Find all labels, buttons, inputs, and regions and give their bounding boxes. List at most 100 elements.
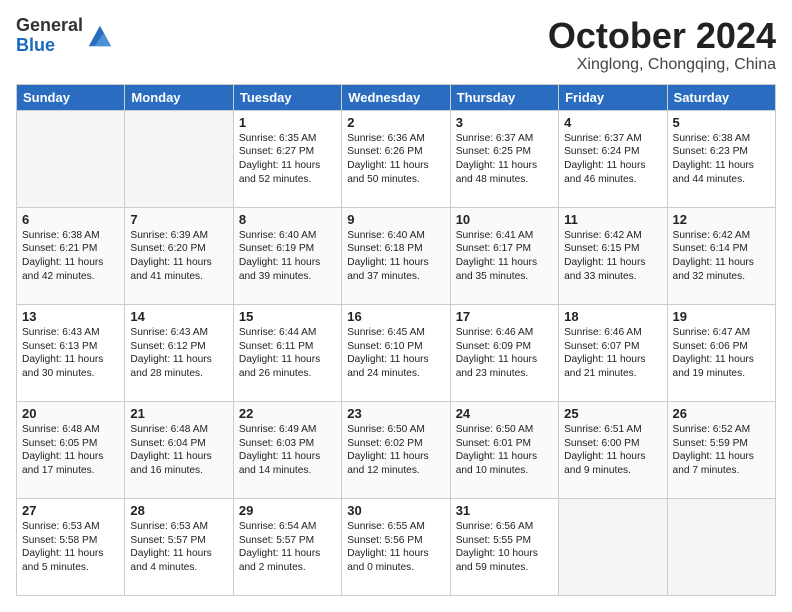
- calendar-table: SundayMondayTuesdayWednesdayThursdayFrid…: [16, 84, 776, 596]
- calendar-day-cell: 20 Sunrise: 6:48 AM Sunset: 6:05 PM Dayli…: [17, 401, 125, 498]
- calendar-week-row: 20 Sunrise: 6:48 AM Sunset: 6:05 PM Dayli…: [17, 401, 776, 498]
- day-number: 5: [673, 115, 770, 130]
- day-number: 3: [456, 115, 553, 130]
- logo-general-text: General: [16, 15, 83, 35]
- calendar-day-cell: 18Sunrise: 6:46 AM Sunset: 6:07 PM Dayli…: [559, 304, 667, 401]
- calendar-body: 1 Sunrise: 6:35 AM Sunset: 6:27 PM Daylig…: [17, 110, 776, 595]
- day-info: Sunrise: 6:36 AM Sunset: 6:26 PM Dayligh…: [347, 132, 444, 187]
- day-info: Sunrise: 6:38 AM Sunset: 6:23 PM Dayligh…: [673, 132, 770, 187]
- calendar-day-cell: 28 Sunrise: 6:53 AM Sunset: 5:57 PM Dayli…: [125, 498, 233, 595]
- day-number: 17: [456, 309, 553, 324]
- calendar-day-cell: 27 Sunrise: 6:53 AM Sunset: 5:58 PM Dayli…: [17, 498, 125, 595]
- weekday-header-cell: Sunday: [17, 84, 125, 110]
- calendar-day-cell: 23Sunrise: 6:50 AM Sunset: 6:02 PM Dayli…: [342, 401, 450, 498]
- day-number: 19: [673, 309, 770, 324]
- day-number: 28: [130, 503, 227, 518]
- calendar-day-cell: [559, 498, 667, 595]
- day-number: 23: [347, 406, 444, 421]
- day-number: 15: [239, 309, 336, 324]
- day-info: Sunrise: 6:53 AM Sunset: 5:58 PM Dayligh…: [22, 520, 119, 575]
- calendar-day-cell: 13 Sunrise: 6:43 AM Sunset: 6:13 PM Dayli…: [17, 304, 125, 401]
- calendar-day-cell: 8 Sunrise: 6:40 AM Sunset: 6:19 PM Daylig…: [233, 207, 341, 304]
- day-number: 20: [22, 406, 119, 421]
- calendar-day-cell: 26 Sunrise: 6:52 AM Sunset: 5:59 PM Dayli…: [667, 401, 775, 498]
- day-info: Sunrise: 6:40 AM Sunset: 6:18 PM Dayligh…: [347, 229, 444, 284]
- calendar-day-cell: 3 Sunrise: 6:37 AM Sunset: 6:25 PM Daylig…: [450, 110, 558, 207]
- day-info: Sunrise: 6:43 AM Sunset: 6:12 PM Dayligh…: [130, 326, 227, 381]
- weekday-header-cell: Wednesday: [342, 84, 450, 110]
- calendar-day-cell: 7 Sunrise: 6:39 AM Sunset: 6:20 PM Daylig…: [125, 207, 233, 304]
- weekday-header-cell: Monday: [125, 84, 233, 110]
- logo-blue-text: Blue: [16, 35, 55, 55]
- day-number: 27: [22, 503, 119, 518]
- day-info: Sunrise: 6:55 AM Sunset: 5:56 PM Dayligh…: [347, 520, 444, 575]
- day-number: 21: [130, 406, 227, 421]
- calendar-day-cell: [667, 498, 775, 595]
- calendar-day-cell: 11Sunrise: 6:42 AM Sunset: 6:15 PM Dayli…: [559, 207, 667, 304]
- day-info: Sunrise: 6:46 AM Sunset: 6:07 PM Dayligh…: [564, 326, 661, 381]
- day-info: Sunrise: 6:50 AM Sunset: 6:01 PM Dayligh…: [456, 423, 553, 478]
- day-number: 2: [347, 115, 444, 130]
- day-info: Sunrise: 6:48 AM Sunset: 6:04 PM Dayligh…: [130, 423, 227, 478]
- weekday-header-row: SundayMondayTuesdayWednesdayThursdayFrid…: [17, 84, 776, 110]
- day-number: 29: [239, 503, 336, 518]
- day-info: Sunrise: 6:40 AM Sunset: 6:19 PM Dayligh…: [239, 229, 336, 284]
- calendar-day-cell: 24 Sunrise: 6:50 AM Sunset: 6:01 PM Dayli…: [450, 401, 558, 498]
- day-number: 31: [456, 503, 553, 518]
- logo-icon: [85, 22, 113, 50]
- day-number: 9: [347, 212, 444, 227]
- day-info: Sunrise: 6:37 AM Sunset: 6:25 PM Dayligh…: [456, 132, 553, 187]
- weekday-header-cell: Friday: [559, 84, 667, 110]
- day-info: Sunrise: 6:49 AM Sunset: 6:03 PM Dayligh…: [239, 423, 336, 478]
- calendar-day-cell: [125, 110, 233, 207]
- calendar-day-cell: 30Sunrise: 6:55 AM Sunset: 5:56 PM Dayli…: [342, 498, 450, 595]
- day-info: Sunrise: 6:46 AM Sunset: 6:09 PM Dayligh…: [456, 326, 553, 381]
- day-number: 1: [239, 115, 336, 130]
- day-info: Sunrise: 6:37 AM Sunset: 6:24 PM Dayligh…: [564, 132, 661, 187]
- day-info: Sunrise: 6:53 AM Sunset: 5:57 PM Dayligh…: [130, 520, 227, 575]
- calendar-day-cell: 25Sunrise: 6:51 AM Sunset: 6:00 PM Dayli…: [559, 401, 667, 498]
- day-info: Sunrise: 6:42 AM Sunset: 6:14 PM Dayligh…: [673, 229, 770, 284]
- day-number: 25: [564, 406, 661, 421]
- calendar-week-row: 1 Sunrise: 6:35 AM Sunset: 6:27 PM Daylig…: [17, 110, 776, 207]
- calendar-day-cell: 19 Sunrise: 6:47 AM Sunset: 6:06 PM Dayli…: [667, 304, 775, 401]
- calendar-day-cell: 21 Sunrise: 6:48 AM Sunset: 6:04 PM Dayli…: [125, 401, 233, 498]
- day-info: Sunrise: 6:43 AM Sunset: 6:13 PM Dayligh…: [22, 326, 119, 381]
- day-number: 6: [22, 212, 119, 227]
- day-info: Sunrise: 6:44 AM Sunset: 6:11 PM Dayligh…: [239, 326, 336, 381]
- calendar-week-row: 13 Sunrise: 6:43 AM Sunset: 6:13 PM Dayli…: [17, 304, 776, 401]
- day-info: Sunrise: 6:52 AM Sunset: 5:59 PM Dayligh…: [673, 423, 770, 478]
- day-number: 10: [456, 212, 553, 227]
- calendar-day-cell: [17, 110, 125, 207]
- calendar-day-cell: 29 Sunrise: 6:54 AM Sunset: 5:57 PM Dayli…: [233, 498, 341, 595]
- day-info: Sunrise: 6:45 AM Sunset: 6:10 PM Dayligh…: [347, 326, 444, 381]
- calendar-day-cell: 9 Sunrise: 6:40 AM Sunset: 6:18 PM Daylig…: [342, 207, 450, 304]
- day-number: 14: [130, 309, 227, 324]
- day-number: 26: [673, 406, 770, 421]
- day-info: Sunrise: 6:48 AM Sunset: 6:05 PM Dayligh…: [22, 423, 119, 478]
- calendar-day-cell: 16 Sunrise: 6:45 AM Sunset: 6:10 PM Dayli…: [342, 304, 450, 401]
- calendar-day-cell: 6 Sunrise: 6:38 AM Sunset: 6:21 PM Daylig…: [17, 207, 125, 304]
- calendar-day-cell: 17 Sunrise: 6:46 AM Sunset: 6:09 PM Dayli…: [450, 304, 558, 401]
- calendar-day-cell: 5 Sunrise: 6:38 AM Sunset: 6:23 PM Daylig…: [667, 110, 775, 207]
- day-info: Sunrise: 6:39 AM Sunset: 6:20 PM Dayligh…: [130, 229, 227, 284]
- header: General Blue October 2024 Xinglong, Chon…: [16, 16, 776, 74]
- day-number: 22: [239, 406, 336, 421]
- calendar-day-cell: 1 Sunrise: 6:35 AM Sunset: 6:27 PM Daylig…: [233, 110, 341, 207]
- calendar-week-row: 27 Sunrise: 6:53 AM Sunset: 5:58 PM Dayli…: [17, 498, 776, 595]
- day-info: Sunrise: 6:42 AM Sunset: 6:15 PM Dayligh…: [564, 229, 661, 284]
- day-info: Sunrise: 6:54 AM Sunset: 5:57 PM Dayligh…: [239, 520, 336, 575]
- title-block: October 2024 Xinglong, Chongqing, China: [548, 16, 776, 74]
- day-number: 8: [239, 212, 336, 227]
- weekday-header-cell: Thursday: [450, 84, 558, 110]
- day-number: 24: [456, 406, 553, 421]
- day-info: Sunrise: 6:47 AM Sunset: 6:06 PM Dayligh…: [673, 326, 770, 381]
- day-info: Sunrise: 6:35 AM Sunset: 6:27 PM Dayligh…: [239, 132, 336, 187]
- calendar-day-cell: 2 Sunrise: 6:36 AM Sunset: 6:26 PM Daylig…: [342, 110, 450, 207]
- day-number: 16: [347, 309, 444, 324]
- page: General Blue October 2024 Xinglong, Chon…: [0, 0, 792, 612]
- day-number: 13: [22, 309, 119, 324]
- day-number: 7: [130, 212, 227, 227]
- calendar-day-cell: 22 Sunrise: 6:49 AM Sunset: 6:03 PM Dayli…: [233, 401, 341, 498]
- day-info: Sunrise: 6:38 AM Sunset: 6:21 PM Dayligh…: [22, 229, 119, 284]
